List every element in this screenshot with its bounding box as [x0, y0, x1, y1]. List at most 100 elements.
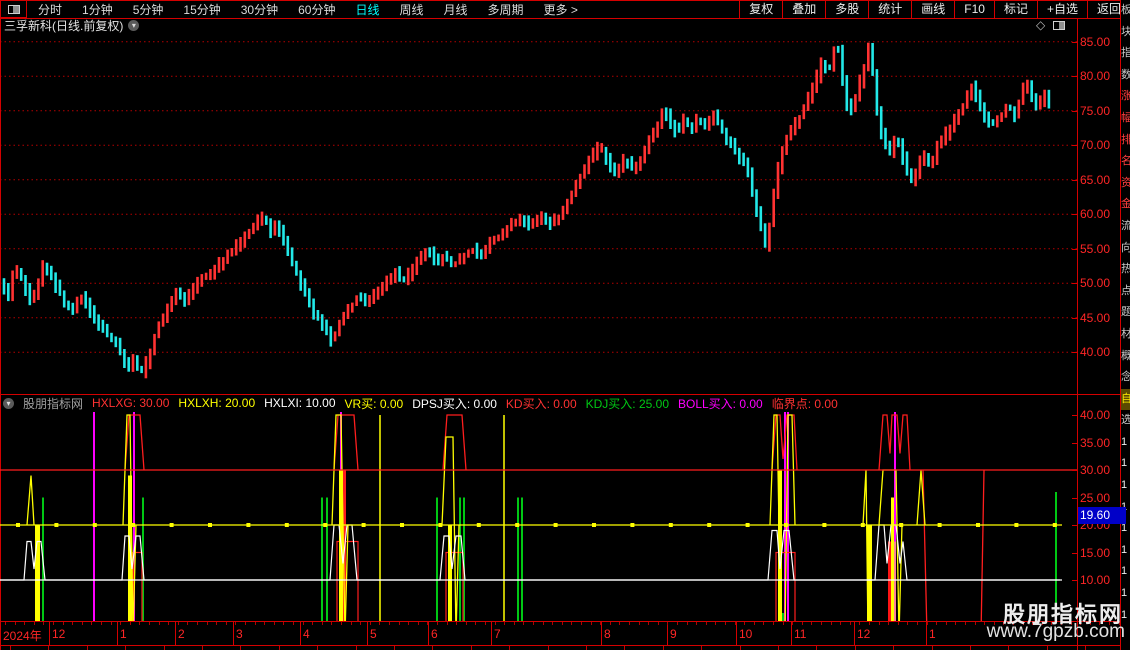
sidebar-strip-item-12[interactable]: 热 — [1121, 259, 1130, 281]
layout-split-icon[interactable] — [0, 0, 27, 18]
period-tab-8[interactable]: 月线 — [434, 1, 478, 18]
panel-toggle-icon[interactable] — [1053, 20, 1066, 30]
sidebar-strip-item-18[interactable]: 自 — [1121, 388, 1130, 411]
toolbar-button-3[interactable]: 统计 — [868, 0, 911, 18]
date-tick — [446, 622, 448, 625]
sidebar-strip-item-20[interactable]: 1 — [1121, 432, 1130, 454]
diamond-icon[interactable]: ◇ — [1036, 19, 1045, 31]
next-panel-tick — [470, 646, 472, 650]
date-tick — [139, 622, 141, 625]
sidebar-strip-item-15[interactable]: 材 — [1121, 324, 1130, 346]
price-tick-label: 45.00 — [1080, 310, 1111, 325]
next-panel-tick — [163, 646, 165, 650]
next-panel-tick — [624, 646, 626, 650]
period-tab-7[interactable]: 周线 — [389, 1, 433, 18]
date-tick — [725, 622, 726, 625]
toolbar-button-1[interactable]: 叠加 — [782, 0, 825, 18]
period-tab-4[interactable]: 30分钟 — [231, 1, 288, 18]
date-tick — [657, 622, 659, 625]
price-tick-label: 60.00 — [1080, 207, 1111, 222]
sidebar-strip-item-17[interactable]: 念 — [1121, 367, 1130, 389]
date-tick — [629, 622, 630, 625]
toolbar-button-4[interactable]: 画线 — [911, 0, 954, 18]
sidebar-strip-item-14[interactable]: 题 — [1121, 302, 1130, 324]
sidebar-strip-item-3[interactable]: 数 — [1121, 65, 1130, 87]
date-tick — [225, 622, 227, 625]
next-panel-tick — [739, 646, 741, 650]
sidebar-strip-item-4[interactable]: 涨 — [1121, 86, 1130, 108]
period-tab-5[interactable]: 60分钟 — [288, 1, 345, 18]
date-tick — [321, 622, 323, 625]
toolbar-button-7[interactable]: +自选 — [1036, 0, 1087, 18]
date-tick — [43, 622, 45, 625]
toolbar-button-5[interactable]: F10 — [954, 0, 994, 18]
date-tick — [552, 622, 554, 625]
date-tick — [206, 622, 208, 625]
sidebar-strip-item-19[interactable]: 选 — [1121, 410, 1130, 432]
month-divider — [233, 622, 234, 645]
toolbar-button-6[interactable]: 标记 — [993, 0, 1037, 18]
period-tab-1[interactable]: 1分钟 — [72, 1, 123, 18]
main-candlestick-chart[interactable] — [0, 30, 1077, 394]
month-label: 6 — [431, 627, 438, 641]
sidebar-strip-item-16[interactable]: 概 — [1121, 346, 1130, 368]
sidebar-strip-item-8[interactable]: 资 — [1121, 173, 1130, 195]
date-tick — [936, 622, 938, 625]
sidebar-strip-item-9[interactable]: 金 — [1121, 194, 1130, 216]
month-label: 7 — [494, 627, 501, 641]
sidebar-strip-item-1[interactable]: 块 — [1121, 22, 1130, 44]
watermark-site-url: www.7gpzb.com — [986, 621, 1125, 642]
sidebar-strip-item-2[interactable]: 指 — [1121, 43, 1130, 65]
month-divider — [854, 622, 855, 645]
sidebar-strip-item-26[interactable]: 1 — [1121, 561, 1130, 583]
date-tick — [360, 622, 362, 625]
month-label: 9 — [670, 627, 677, 641]
price-tick-label: 70.00 — [1080, 138, 1111, 153]
month-label: 1 — [929, 627, 936, 641]
indicator-panel-chart[interactable] — [0, 406, 1077, 636]
month-divider — [175, 622, 176, 645]
sidebar-strip-item-25[interactable]: 1 — [1121, 540, 1130, 562]
date-tick — [734, 622, 736, 625]
date-tick — [917, 622, 918, 625]
period-tab-2[interactable]: 5分钟 — [123, 1, 174, 18]
sidebar-strip-item-11[interactable]: 向 — [1121, 238, 1130, 260]
toolbar-button-0[interactable]: 复权 — [739, 0, 782, 18]
price-tick-label: 55.00 — [1080, 241, 1111, 256]
sidebar-strip-item-7[interactable]: 名 — [1121, 151, 1130, 173]
date-tick — [283, 622, 285, 625]
period-tab-0[interactable]: 分时 — [28, 1, 72, 18]
period-tab-10[interactable]: 更多 > — [534, 1, 588, 18]
candlestick-svg — [0, 41, 1077, 379]
latest-value-badge: 19.60 — [1078, 507, 1126, 524]
next-panel-tick — [931, 646, 933, 650]
sidebar-strip-item-13[interactable]: 点 — [1121, 281, 1130, 303]
sidebar-strip-item-0[interactable]: 板 — [1121, 0, 1130, 22]
date-tick — [600, 622, 602, 625]
period-tab-9[interactable]: 多周期 — [478, 1, 534, 18]
date-tick — [801, 622, 803, 625]
indicator-chevron-icon[interactable]: ▾ — [3, 397, 14, 409]
period-toolbar: 分时 1分钟 5分钟 15分钟 30分钟 60分钟 日线 周线 月线 多周期 更多 > 复权 叠加 多股… — [0, 0, 1130, 19]
indicator-tick-mark — [1072, 415, 1077, 416]
sidebar-strip-item-10[interactable]: 流 — [1121, 216, 1130, 238]
date-tick — [648, 622, 650, 625]
frame-top-line — [0, 0, 1130, 1]
sidebar-strip-item-5[interactable]: 幅 — [1121, 108, 1130, 130]
period-tab-3[interactable]: 15分钟 — [173, 1, 230, 18]
sidebar-strip-item-22[interactable]: 1 — [1121, 475, 1130, 497]
title-right-icons: ◇ — [1036, 19, 1066, 31]
indicator-field-HXLXI: HXLXI: 10.00 — [264, 396, 336, 410]
right-sidebar-strip[interactable]: 板块指数涨幅排名资金流向热点题材概念自选111111111 — [1120, 0, 1130, 650]
chevron-down-circle-icon[interactable]: ▾ — [128, 19, 140, 31]
toolbar-button-2[interactable]: 多股 — [825, 0, 868, 18]
sidebar-strip-item-6[interactable]: 排 — [1121, 130, 1130, 152]
date-tick — [955, 622, 957, 625]
date-tick — [907, 622, 909, 625]
sidebar-strip-item-21[interactable]: 1 — [1121, 453, 1130, 475]
date-tick — [81, 622, 83, 625]
date-tick — [869, 622, 870, 625]
date-tick — [965, 622, 966, 625]
next-panel-tick — [1008, 646, 1010, 650]
period-tab-6[interactable]: 日线 — [345, 1, 389, 18]
